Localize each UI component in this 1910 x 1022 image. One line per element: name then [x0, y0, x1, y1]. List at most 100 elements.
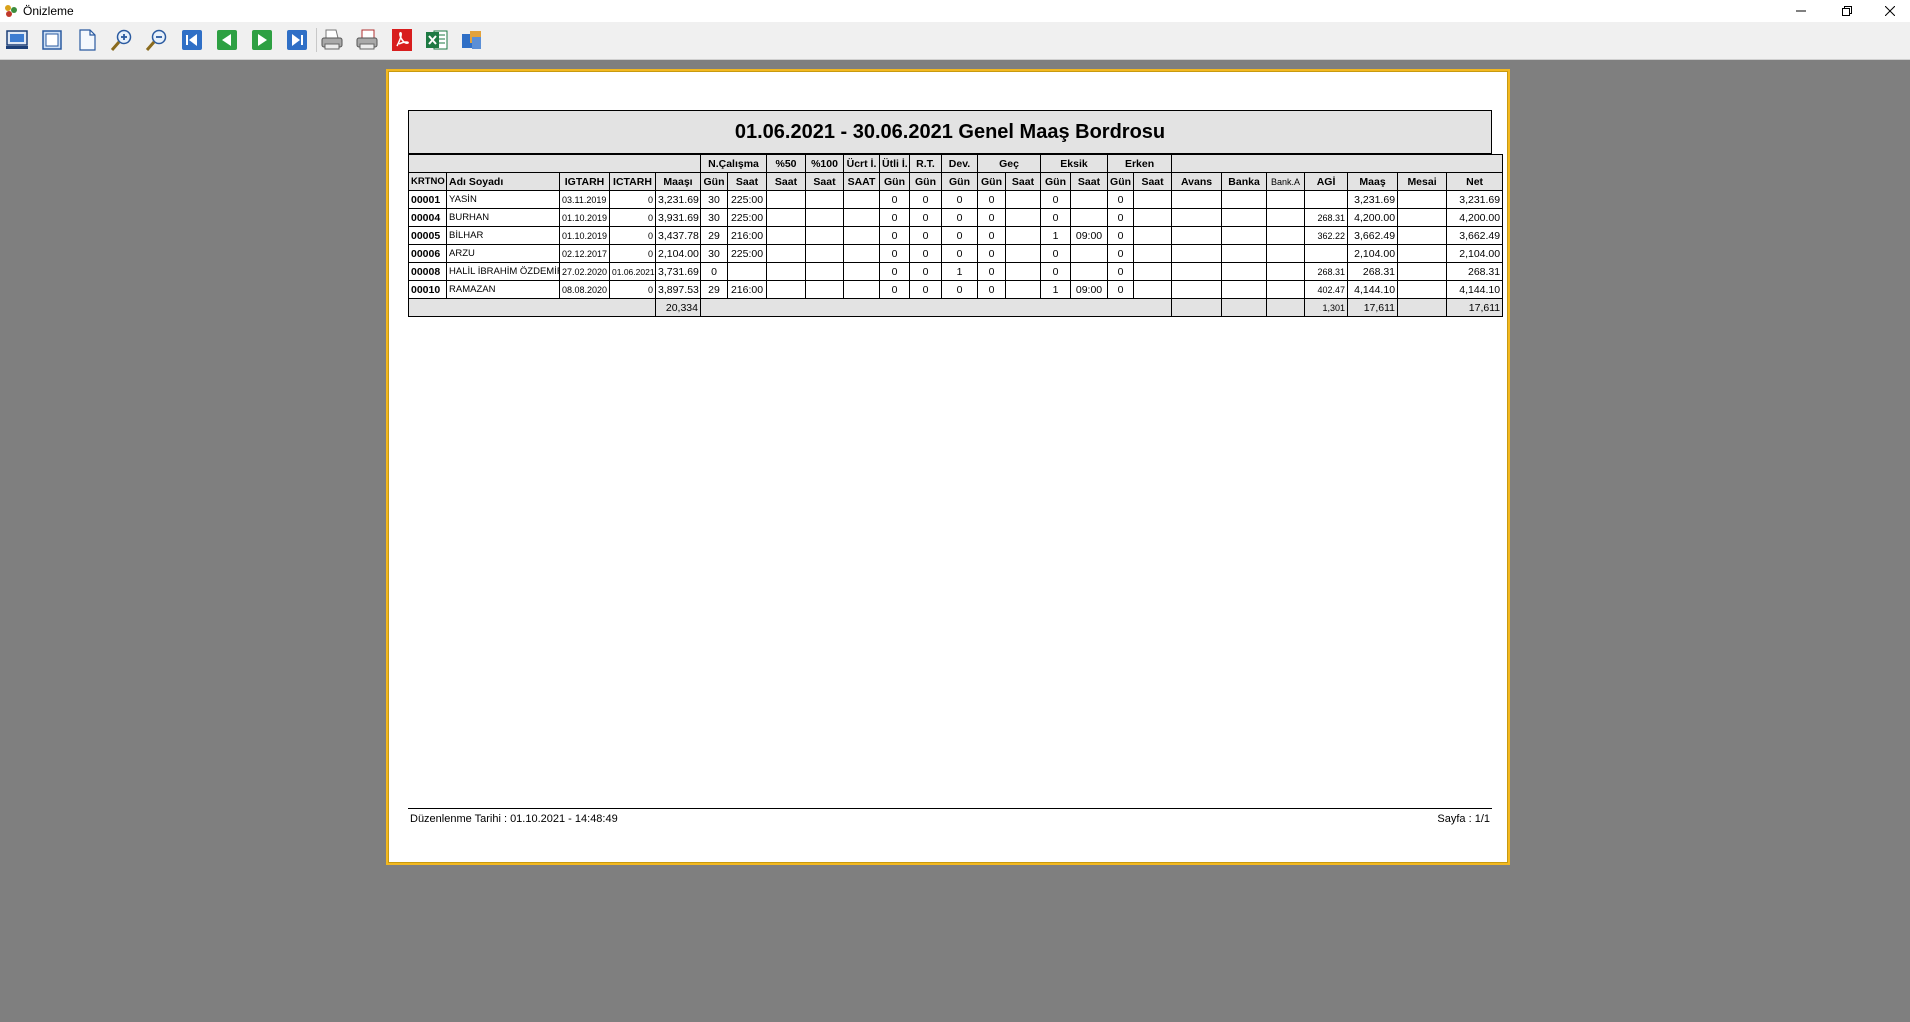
- cell-nc-gun: 29: [700, 226, 728, 245]
- col-ucret-saat: SAAT: [843, 172, 880, 191]
- export-word-button[interactable]: [458, 26, 486, 54]
- zoom-in-button[interactable]: [108, 26, 136, 54]
- total-net: 17,611: [1446, 298, 1504, 317]
- print-preview-button[interactable]: [3, 26, 31, 54]
- export-pdf-icon: [392, 29, 412, 51]
- cell-gec-gun: 0: [977, 226, 1006, 245]
- col-mesai: Mesai: [1397, 172, 1448, 191]
- cell-krtno: 00010: [408, 280, 447, 299]
- cell-p50: [766, 262, 806, 281]
- blank-page-button[interactable]: [73, 26, 101, 54]
- cell-maasi: 3,897.53: [655, 280, 701, 299]
- cell-erken-saat: [1133, 262, 1173, 281]
- cell-ictarh: 0: [609, 226, 656, 245]
- cell-maas: 3,231.69: [1347, 190, 1399, 209]
- col-erken-gun: Gün: [1107, 172, 1135, 191]
- group-header-dev: Dev.: [941, 154, 978, 173]
- print-button[interactable]: [318, 26, 346, 54]
- cell-utli-gun: 0: [879, 226, 910, 245]
- cell-avans: [1171, 208, 1223, 227]
- title-bar: Önizleme: [0, 0, 1910, 22]
- col-ictarh: ICTARH: [609, 172, 656, 191]
- cell-dev-gun: 0: [941, 280, 978, 299]
- total-maasi: 20,334: [655, 298, 701, 317]
- cell-erken-saat: [1133, 280, 1173, 299]
- cell-ictarh: 0: [609, 190, 656, 209]
- cell-banka: [1221, 280, 1268, 299]
- col-igtarh: IGTARH: [559, 172, 610, 191]
- cell-igtarh: 27.02.2020: [559, 262, 610, 281]
- cell-name: HALİL İBRAHİM ÖZDEMİR: [446, 262, 560, 281]
- cell-gec-gun: 0: [977, 244, 1006, 263]
- cell-ucret-saat: [843, 190, 880, 209]
- table-row: 00006 ARZU 02.12.2017 0 2,104.00 30 225:00 0 0 0 0…: [408, 244, 1504, 263]
- cell-maasi: 2,104.00: [655, 244, 701, 263]
- total-avans: [1171, 298, 1223, 317]
- cell-agi: 268.31: [1304, 262, 1349, 281]
- cell-maasi: 3,731.69: [655, 262, 701, 281]
- column-header-row: KRTNO Adı Soyadı IGTARH ICTARH Maaşı Gün…: [408, 172, 1504, 191]
- cell-gec-saat: [1004, 244, 1042, 263]
- export-pdf-button[interactable]: [388, 26, 416, 54]
- cell-erken-saat: [1133, 226, 1173, 245]
- cell-banka: [1221, 190, 1268, 209]
- cell-mesai: [1397, 208, 1448, 227]
- previous-page-button[interactable]: [213, 26, 241, 54]
- export-excel-icon: [426, 30, 448, 50]
- col-agi: AGİ: [1304, 172, 1349, 191]
- zoom-out-button[interactable]: [143, 26, 171, 54]
- cell-erken-gun: 0: [1107, 226, 1135, 245]
- total-bank-a: [1266, 298, 1306, 317]
- cell-utli-gun: 0: [879, 280, 910, 299]
- cell-utli-gun: 0: [879, 262, 910, 281]
- cell-nc-gun: 30: [700, 244, 728, 263]
- cell-nc-saat: 216:00: [727, 280, 767, 299]
- cell-name: BURHAN: [446, 208, 560, 227]
- cell-p100: [805, 262, 844, 281]
- cell-utli-gun: 0: [879, 244, 910, 263]
- cell-banka: [1221, 208, 1268, 227]
- cell-nc-gun: 29: [700, 280, 728, 299]
- minimize-button[interactable]: [1778, 0, 1824, 22]
- cell-erken-gun: 0: [1107, 244, 1135, 263]
- cell-rt-gun: 0: [909, 280, 942, 299]
- cell-net: 4,200.00: [1446, 208, 1504, 227]
- report-title: 01.06.2021 - 30.06.2021 Genel Maaş Bordr…: [408, 110, 1492, 154]
- col-erken-saat: Saat: [1133, 172, 1173, 191]
- page-view-button[interactable]: [38, 26, 66, 54]
- close-button[interactable]: [1870, 0, 1910, 22]
- first-page-button[interactable]: [178, 26, 206, 54]
- cell-nc-saat: 225:00: [727, 190, 767, 209]
- cell-bank-a: [1266, 262, 1306, 281]
- last-page-button[interactable]: [283, 26, 311, 54]
- cell-eksik-gun: 1: [1040, 280, 1072, 299]
- totals-row: 20,334 1,301 17,611 17,611: [408, 298, 1504, 317]
- previous-page-icon: [217, 30, 237, 50]
- cell-krtno: 00001: [408, 190, 447, 209]
- cell-p100: [805, 244, 844, 263]
- cell-nc-saat: 225:00: [727, 208, 767, 227]
- cell-bank-a: [1266, 190, 1306, 209]
- edit-date: Düzenlenme Tarihi : 01.10.2021 - 14:48:4…: [410, 813, 618, 825]
- cell-gec-gun: 0: [977, 280, 1006, 299]
- group-header-blank: [408, 154, 701, 173]
- print-setup-button[interactable]: [353, 26, 381, 54]
- cell-name: ARZU: [446, 244, 560, 263]
- export-excel-button[interactable]: [423, 26, 451, 54]
- restore-button[interactable]: [1824, 0, 1870, 22]
- cell-banka: [1221, 244, 1268, 263]
- cell-mesai: [1397, 190, 1448, 209]
- cell-gec-saat: [1004, 280, 1042, 299]
- next-page-button[interactable]: [248, 26, 276, 54]
- cell-dev-gun: 0: [941, 226, 978, 245]
- window-title: Önizleme: [23, 4, 74, 18]
- cell-rt-gun: 0: [909, 208, 942, 227]
- cell-name: RAMAZAN: [446, 280, 560, 299]
- cell-bank-a: [1266, 208, 1306, 227]
- next-page-icon: [252, 30, 272, 50]
- cell-nc-gun: 0: [700, 262, 728, 281]
- total-maas: 17,611: [1347, 298, 1399, 317]
- cell-dev-gun: 1: [941, 262, 978, 281]
- col-gec-saat: Saat: [1004, 172, 1042, 191]
- totals-blank-mid: [699, 298, 1173, 317]
